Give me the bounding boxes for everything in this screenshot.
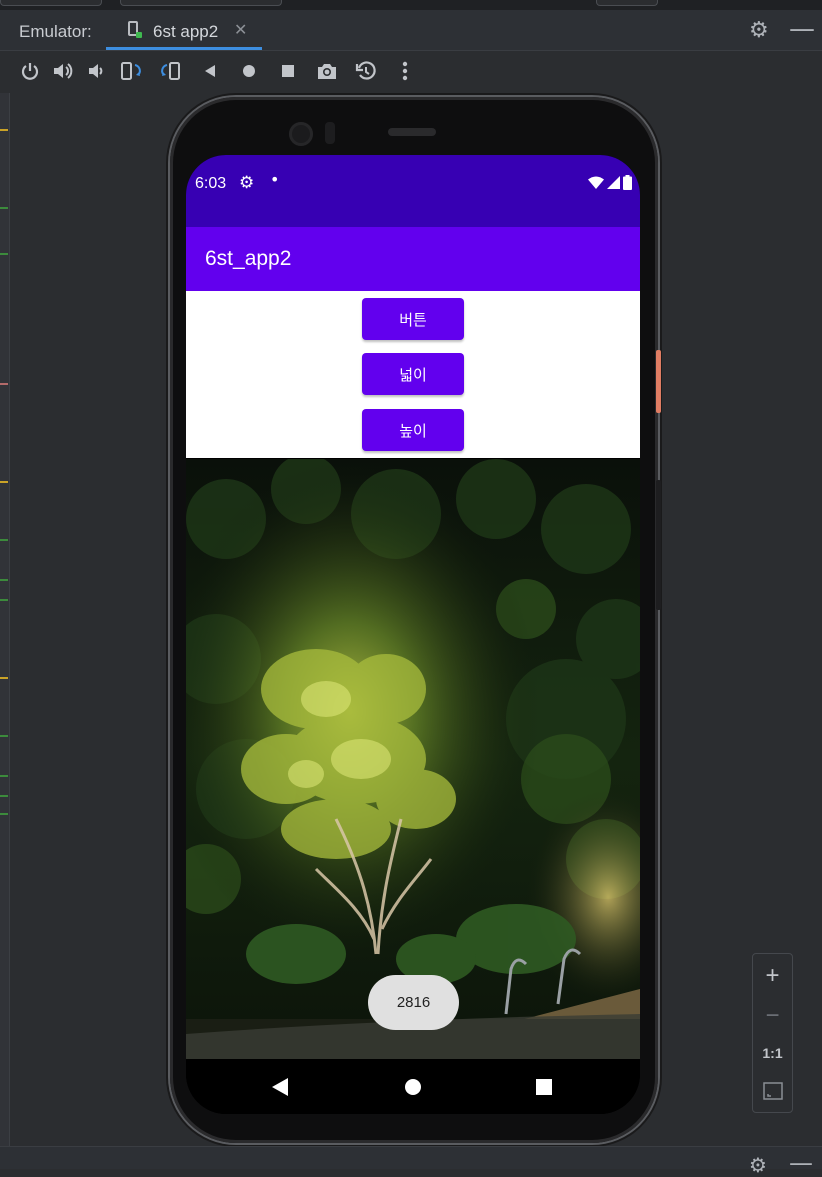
screenshot-icon[interactable] — [315, 59, 339, 83]
tool-window-title: Emulator: — [19, 22, 92, 41]
sensor — [325, 122, 335, 144]
more-icon[interactable] — [393, 59, 417, 83]
device-volume-rocker[interactable] — [656, 480, 661, 610]
device-screen[interactable]: 6:03 ⚙ • 6st_app2 버튼 넓이 높이 2816 — [186, 155, 640, 1114]
actual-size-button[interactable]: 1:1 — [753, 1045, 792, 1061]
top-strip — [0, 0, 822, 10]
rotate-right-icon[interactable] — [158, 59, 182, 83]
signal-icon — [607, 176, 620, 189]
snapshot-icon[interactable] — [354, 59, 378, 83]
tab-6st-app2[interactable]: 6st app2 ✕ — [106, 10, 262, 50]
rotate-left-icon[interactable] — [120, 59, 144, 83]
volume-up-icon[interactable] — [51, 59, 75, 83]
status-bar: 6:03 ⚙ • — [186, 155, 640, 227]
nav-back-icon[interactable] — [272, 1078, 288, 1096]
system-nav-bar — [186, 1059, 640, 1114]
gear-icon[interactable]: ⚙ — [749, 18, 769, 43]
minus-icon[interactable]: — — [789, 1149, 813, 1177]
bottom-bar: ⚙ — — [0, 1146, 822, 1177]
app-title: 6st_app2 — [205, 247, 292, 270]
zoom-out-button[interactable]: − — [753, 1002, 792, 1030]
height-button[interactable]: 높이 — [362, 409, 464, 451]
home-icon[interactable] — [237, 59, 261, 83]
front-camera — [289, 122, 313, 146]
status-time: 6:03 — [195, 175, 227, 192]
editor-gutter — [0, 93, 10, 1148]
overview-icon[interactable] — [276, 59, 300, 83]
button-button[interactable]: 버튼 — [362, 298, 464, 340]
device-frame: 6:03 ⚙ • 6st_app2 버튼 넓이 높이 2816 — [170, 97, 658, 1143]
toast-message: 2816 — [368, 975, 459, 1030]
wifi-icon — [588, 176, 604, 189]
width-button[interactable]: 넓이 — [362, 353, 464, 395]
close-icon[interactable]: ✕ — [234, 20, 247, 39]
tab-label: 6st app2 — [153, 22, 219, 41]
notification-dot: • — [270, 170, 280, 189]
gear-icon: ⚙ — [239, 173, 255, 193]
minus-icon[interactable]: — — [789, 14, 815, 44]
volume-down-icon[interactable] — [84, 59, 108, 83]
app-bar: 6st_app2 — [186, 227, 640, 291]
zoom-controls: + − 1:1 — [752, 953, 793, 1113]
device-power-button[interactable] — [656, 350, 661, 413]
emulator-toolbar — [10, 51, 822, 93]
nav-home-icon[interactable] — [405, 1079, 421, 1095]
fit-screen-icon[interactable] — [753, 1082, 792, 1105]
nav-recents-icon[interactable] — [536, 1079, 552, 1095]
device-icon — [128, 21, 142, 38]
emulator-tab-bar: Emulator: 6st app2 ✕ ⚙ — — [0, 10, 822, 51]
power-icon[interactable] — [18, 59, 42, 83]
gear-icon[interactable]: ⚙ — [749, 1153, 767, 1177]
garden-photo — [186, 459, 640, 1059]
button-panel: 버튼 넓이 높이 — [186, 291, 640, 458]
earpiece-speaker — [388, 128, 436, 136]
battery-icon — [623, 175, 632, 190]
zoom-in-button[interactable]: + — [753, 962, 792, 990]
back-icon[interactable] — [198, 59, 222, 83]
